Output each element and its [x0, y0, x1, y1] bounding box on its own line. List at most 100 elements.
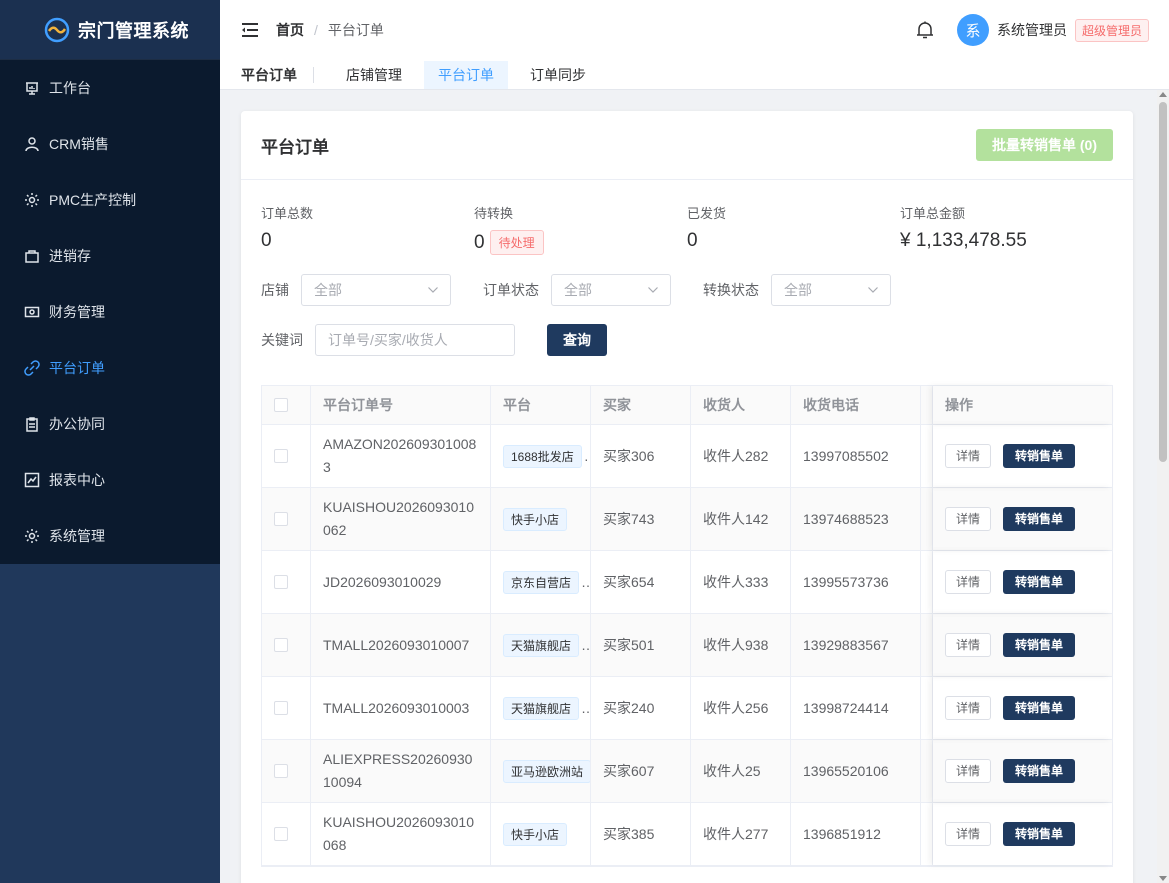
- sidebar-item-label: 办公协同: [49, 416, 105, 432]
- card-title: 平台订单: [261, 137, 329, 157]
- chevron-down-icon: [868, 287, 878, 293]
- buyer: 买家607: [591, 740, 691, 802]
- clipboard-icon: [26, 417, 38, 432]
- shop-select-value: 全部: [314, 282, 342, 298]
- breadcrumb-current: 平台订单: [327, 22, 384, 38]
- row-checkbox[interactable]: [274, 827, 288, 841]
- row-checkbox[interactable]: [274, 701, 288, 715]
- tab-2[interactable]: 订单同步: [516, 61, 600, 89]
- sidebar: 宗门管理系统 工作台 CRM销售 PMC生产控制 进销存财务管理平台订单办公协同报表中…: [0, 0, 220, 883]
- detail-button[interactable]: 详情: [945, 444, 992, 468]
- gear-icon: [25, 529, 39, 543]
- platform-overflow: …: [581, 637, 590, 653]
- select-all-checkbox[interactable]: [274, 398, 288, 412]
- sidebar-item-4[interactable]: 财务管理: [0, 284, 220, 340]
- hidden-col: [921, 803, 933, 865]
- avatar[interactable]: 系: [956, 14, 989, 46]
- phone: 13929883567: [791, 614, 921, 676]
- row-checkbox[interactable]: [274, 449, 288, 463]
- convert-button[interactable]: 转销售单: [1003, 444, 1076, 468]
- stat-total-amount: 订单总金额 ¥ 1,133,478.55: [900, 203, 1113, 255]
- bell-icon[interactable]: [915, 20, 935, 40]
- stat-label: 待转换: [474, 206, 514, 221]
- header-order-no: 平台订单号: [311, 386, 491, 424]
- row-actions: 详情 转销售单: [933, 551, 1112, 613]
- order-no: AMAZON2026093010083: [311, 425, 491, 487]
- convert-button[interactable]: 转销售单: [1003, 696, 1076, 720]
- scroll-down-arrow-icon[interactable]: [1159, 876, 1167, 881]
- row-checkbox[interactable]: [274, 764, 288, 778]
- sidebar-item-label: 报表中心: [49, 472, 105, 488]
- header-phone: 收货电话: [791, 386, 921, 424]
- sidebar-item-8[interactable]: 系统管理: [0, 508, 220, 564]
- app-title: 宗门管理系统: [78, 20, 189, 41]
- table-row: TMALL2026093010003 天猫旗舰店…买家240收件人25613998…: [262, 677, 1112, 740]
- detail-button[interactable]: 详情: [945, 633, 992, 657]
- batch-convert-button[interactable]: 批量转销售单 (0): [976, 129, 1113, 161]
- receiver: 收件人142: [691, 488, 791, 550]
- row-checkbox[interactable]: [274, 575, 288, 589]
- tab-0[interactable]: 店铺管理: [332, 61, 416, 89]
- chevron-down-icon: [648, 287, 658, 293]
- detail-button[interactable]: 详情: [945, 822, 992, 846]
- stat-label: 已发货: [687, 206, 727, 221]
- phone: 13998724414: [791, 677, 921, 739]
- sidebar-item-5[interactable]: 平台订单: [0, 340, 220, 396]
- convert-button[interactable]: 转销售单: [1003, 822, 1076, 846]
- sidebar-item-6[interactable]: 办公协同: [0, 396, 220, 452]
- platform-overflow: …: [581, 574, 590, 590]
- convert-button[interactable]: 转销售单: [1003, 570, 1076, 594]
- stats-row: 订单总数 0 待转换 0 待处理 已发货 0 订单总金额 ¥ 1,133,478.…: [241, 180, 1133, 255]
- sidebar-item-7[interactable]: 报表中心: [0, 452, 220, 508]
- hidden-col: [921, 551, 933, 613]
- scroll-up-arrow-icon[interactable]: [1159, 92, 1167, 97]
- shop-select[interactable]: 全部: [301, 274, 451, 306]
- shop-filter-label: 店铺: [261, 282, 289, 298]
- platform-tag: 1688批发店: [503, 444, 582, 468]
- detail-button[interactable]: 详情: [945, 507, 992, 531]
- tab-1[interactable]: 平台订单: [424, 60, 508, 89]
- chevron-down-icon: [428, 287, 438, 293]
- convert-status-select[interactable]: 全部: [771, 274, 891, 306]
- scrollbar[interactable]: [1157, 90, 1169, 883]
- sidebar-item-label: 财务管理: [49, 304, 105, 320]
- buyer: 买家654: [591, 551, 691, 613]
- buyer: 买家743: [591, 488, 691, 550]
- order-status-select[interactable]: 全部: [551, 274, 671, 306]
- table-row: ALIEXPRESS2026093010094 亚马逊欧洲站 买家607 收件人25 1…: [262, 740, 1112, 803]
- row-checkbox[interactable]: [274, 512, 288, 526]
- detail-button[interactable]: 详情: [945, 759, 992, 783]
- breadcrumb-home[interactable]: 首页: [276, 20, 304, 40]
- buyer: 买家501: [591, 614, 691, 676]
- scrollbar-thumb[interactable]: [1159, 102, 1167, 462]
- row-actions: 详情 转销售单: [933, 803, 1112, 865]
- detail-button[interactable]: 详情: [945, 696, 992, 720]
- order-no: JD2026093010029: [311, 551, 491, 613]
- convert-button[interactable]: 转销售单: [1003, 507, 1076, 531]
- row-actions: 详情 转销售单: [933, 677, 1112, 739]
- stat-value: 0: [261, 230, 272, 251]
- user-name[interactable]: 系统管理员: [997, 20, 1067, 40]
- query-button[interactable]: 查询: [547, 324, 607, 356]
- sidebar-item-1[interactable]: CRM销售: [0, 116, 220, 172]
- keyword-input[interactable]: 订单号/买家/收货人: [315, 324, 515, 356]
- detail-button[interactable]: 详情: [945, 570, 992, 594]
- convert-status-select-value: 全部: [784, 282, 812, 298]
- table-row: TMALL2026093010007 天猫旗舰店…买家501收件人93813929…: [262, 614, 1112, 677]
- sidebar-item-3[interactable]: 进销存: [0, 228, 220, 284]
- presentation-icon: [26, 82, 38, 95]
- chart-icon: [24, 472, 40, 488]
- convert-button[interactable]: 转销售单: [1003, 633, 1076, 657]
- sidebar-item-label: 系统管理: [49, 528, 105, 544]
- platform-tag: 快手小店: [503, 507, 568, 531]
- stat-label: 订单总数: [261, 206, 314, 221]
- sidebar-item-2[interactable]: PMC生产控制: [0, 172, 220, 228]
- receiver: 收件人25: [691, 740, 791, 802]
- row-checkbox[interactable]: [274, 638, 288, 652]
- tab-bar: 平台订单 店铺管理 平台订单 订单同步: [220, 60, 1169, 90]
- order-no: KUAISHOU2026093010068: [311, 803, 491, 865]
- convert-button[interactable]: 转销售单: [1003, 759, 1076, 783]
- sidebar-item-label: 工作台: [49, 80, 91, 96]
- sidebar-item-0[interactable]: 工作台: [0, 60, 220, 116]
- menu-fold-icon[interactable]: [242, 23, 258, 37]
